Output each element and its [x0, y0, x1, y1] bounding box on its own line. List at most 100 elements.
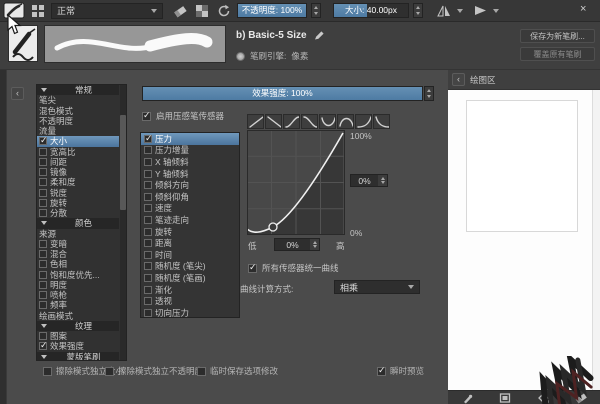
nav-item[interactable]: 柔和度	[37, 177, 119, 187]
preserve-alpha-button[interactable]	[193, 2, 211, 20]
curve-x-spinner[interactable]	[310, 239, 319, 250]
curve-y-spinner[interactable]	[378, 175, 387, 186]
mirror-dropdown-caret-icon[interactable]	[457, 8, 463, 13]
nav-item[interactable]: 间距	[37, 157, 119, 167]
preset-thumbnail[interactable]	[8, 25, 38, 62]
option-checkbox[interactable]	[39, 270, 47, 279]
sensor-checkbox[interactable]	[144, 250, 152, 259]
sensor-checkbox[interactable]	[144, 133, 153, 144]
sensor-checkbox[interactable]	[144, 227, 152, 236]
collapse-scratchpad-button[interactable]: ‹	[452, 73, 465, 86]
sensor-checkbox[interactable]	[144, 262, 152, 271]
temp-save-checkbox[interactable]: 临时保存选项修改	[197, 365, 278, 377]
collapse-presets-button[interactable]: ‹	[11, 87, 24, 100]
option-checkbox[interactable]	[39, 341, 48, 351]
fill-brush-preview-button[interactable]	[454, 392, 480, 404]
nav-item[interactable]: 绘画模式	[37, 311, 119, 321]
arrow-tool-button[interactable]	[471, 2, 489, 20]
sensor-item[interactable]: 切向压力	[141, 307, 239, 317]
option-checkbox[interactable]	[39, 280, 47, 289]
instant-preview-checkbox[interactable]: 瞬时预览	[377, 365, 424, 377]
nav-section-header[interactable]: 颜色	[37, 218, 119, 229]
sensor-item[interactable]: 笔迹走向	[141, 214, 239, 226]
strength-slider[interactable]: 效果强度: 100%	[142, 86, 423, 101]
save-new-brush-button[interactable]: 保存为新笔刷...	[520, 29, 595, 43]
checkbox-icon[interactable]	[197, 366, 206, 376]
sensor-item[interactable]: 旋转	[141, 226, 239, 238]
scratchpad-scrollbar[interactable]	[592, 90, 600, 390]
sensor-item[interactable]: 时间	[141, 249, 239, 261]
nav-item[interactable]: 锐度	[37, 188, 119, 198]
curve-preset-button-arch-curve[interactable]	[337, 114, 354, 129]
nav-item[interactable]: 宽高比	[37, 147, 119, 157]
nav-item[interactable]: 混合	[37, 249, 119, 259]
checkbox-icon[interactable]	[377, 365, 386, 376]
nav-item[interactable]: 饱和度优先...	[37, 270, 119, 280]
curve-y-spinbox[interactable]: 0%	[350, 174, 388, 187]
options-scrollbar-thumb[interactable]	[120, 115, 126, 210]
checkbox-icon[interactable]	[142, 110, 151, 121]
sensor-item[interactable]: 随机度 (笔画)	[141, 272, 239, 284]
options-scrollbar[interactable]	[120, 85, 126, 360]
option-checkbox[interactable]	[39, 157, 47, 166]
option-checkbox[interactable]	[39, 147, 47, 156]
nav-item[interactable]: 变暗	[37, 239, 119, 249]
sensor-checkbox[interactable]	[144, 169, 152, 178]
sensor-item[interactable]: X 轴倾斜	[141, 156, 239, 168]
sensor-item[interactable]: 渐化	[141, 284, 239, 296]
sensor-item[interactable]: 压力	[141, 133, 239, 145]
sensor-checkbox[interactable]	[144, 239, 152, 248]
sensor-checkbox[interactable]	[144, 285, 152, 294]
sensor-checkbox[interactable]	[144, 146, 152, 155]
option-checkbox[interactable]	[39, 250, 47, 259]
option-checkbox[interactable]	[39, 168, 47, 177]
option-checkbox[interactable]	[39, 332, 47, 341]
nav-item[interactable]: 喷枪	[37, 290, 119, 300]
nav-item[interactable]: 大小	[37, 136, 119, 147]
workspace-grid-button[interactable]	[29, 2, 47, 20]
sensor-checkbox[interactable]	[144, 308, 152, 317]
sensor-checkbox[interactable]	[144, 181, 152, 190]
nav-item[interactable]: 旋转	[37, 198, 119, 208]
overwrite-brush-button[interactable]: 覆盖原有笔刷	[520, 47, 595, 61]
curve-preset-button-linear-down[interactable]	[265, 114, 282, 129]
sensor-checkbox[interactable]	[144, 215, 152, 224]
sensor-item[interactable]: 倾斜仰角	[141, 191, 239, 203]
brush-preset-button[interactable]	[3, 2, 25, 20]
clear-scratchpad-button[interactable]	[568, 392, 594, 404]
sensor-item[interactable]: 透视	[141, 295, 239, 307]
option-checkbox[interactable]	[39, 209, 47, 218]
curve-x-spinbox[interactable]: 0%	[274, 238, 320, 251]
nav-item[interactable]: 效果强度	[37, 341, 119, 351]
nav-section-header[interactable]: 纹理	[37, 320, 119, 331]
option-checkbox[interactable]	[39, 239, 47, 248]
nav-section-header[interactable]: 常规	[37, 85, 119, 96]
option-checkbox[interactable]	[39, 198, 47, 207]
edit-name-pencil-icon[interactable]	[313, 29, 325, 41]
curve-preset-button-ease-out[interactable]	[373, 114, 390, 129]
opacity-slider[interactable]: 不透明度: 100%	[237, 3, 307, 18]
nav-item[interactable]: 混色模式	[37, 106, 119, 116]
nav-item[interactable]: 镜像	[37, 167, 119, 177]
option-checkbox[interactable]	[39, 301, 47, 310]
curve-mode-dropdown[interactable]: 相乘	[334, 280, 420, 294]
nav-item[interactable]: 笔尖	[37, 95, 119, 105]
nav-item[interactable]: 分散	[37, 208, 119, 218]
curve-preset-button-s-curve[interactable]	[283, 114, 300, 129]
nav-item[interactable]: 明度	[37, 280, 119, 290]
sensor-item[interactable]: 倾斜方向	[141, 179, 239, 191]
sensor-item[interactable]: 随机度 (笔尖)	[141, 261, 239, 273]
sensor-checkbox[interactable]	[144, 297, 152, 306]
sensor-item[interactable]: Y 轴倾斜	[141, 168, 239, 180]
strength-spinner[interactable]	[424, 86, 434, 101]
reload-preset-button[interactable]	[215, 2, 233, 20]
sensor-item[interactable]: 压力增量	[141, 145, 239, 157]
blending-mode-dropdown[interactable]: 正常	[51, 2, 163, 19]
curve-preset-button-ease-in[interactable]	[355, 114, 372, 129]
share-curve-checkbox[interactable]: 所有传感器统一曲线	[248, 262, 339, 274]
fill-background-button[interactable]	[530, 392, 556, 404]
sensor-checkbox[interactable]	[144, 157, 152, 166]
pressure-curve-editor[interactable]	[247, 130, 345, 235]
option-checkbox[interactable]	[39, 188, 47, 197]
checkbox-icon[interactable]	[248, 262, 257, 273]
